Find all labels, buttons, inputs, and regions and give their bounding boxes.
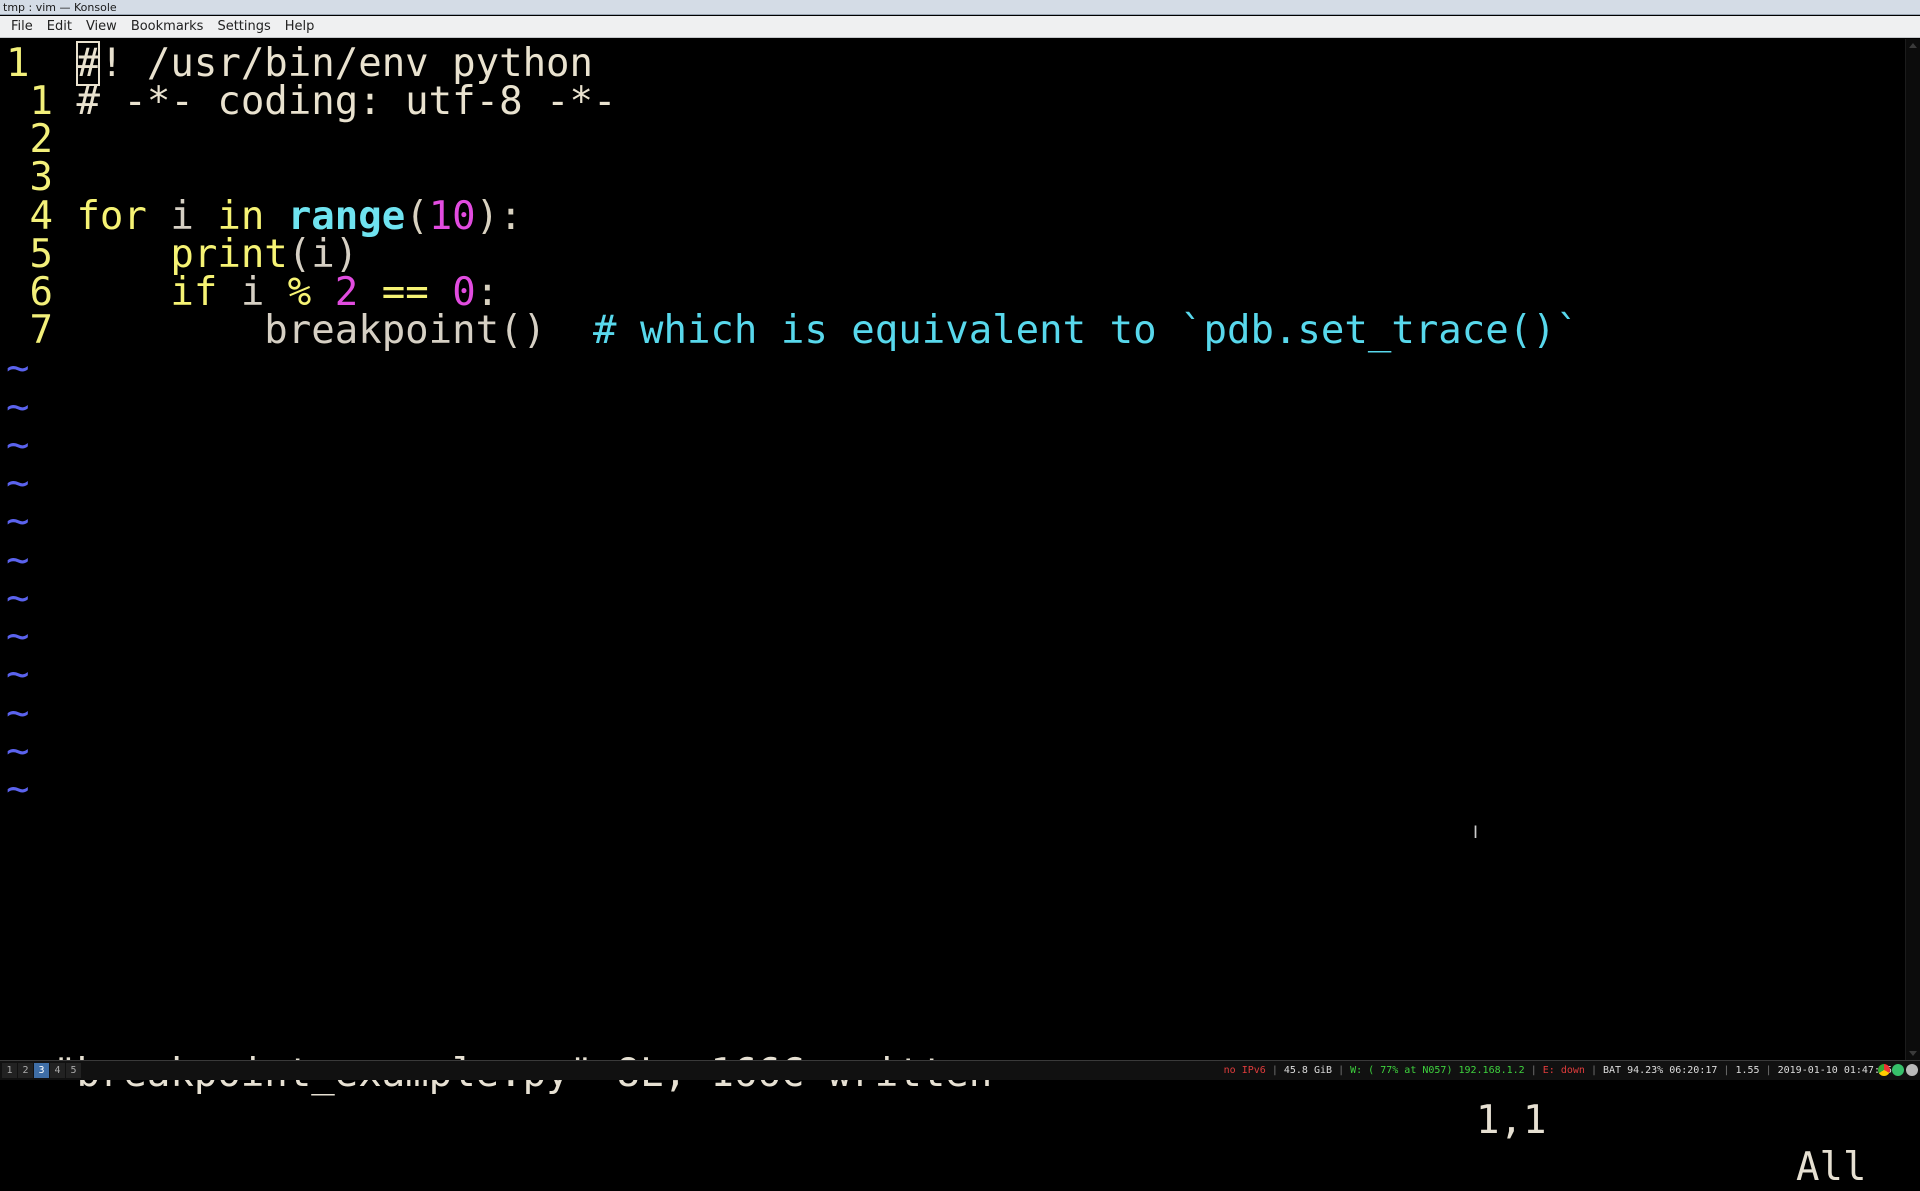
workspace-1[interactable]: 1 — [2, 1063, 17, 1078]
battery-status: BAT 94.23% 06:20:17 — [1603, 1065, 1718, 1076]
menu-help[interactable]: Help — [278, 16, 322, 37]
bottom-panel: 1 2 3 4 5 no IPv6 | 45.8 GiB | W: ( 77% … — [0, 1060, 1920, 1080]
menu-settings[interactable]: Settings — [210, 16, 277, 37]
chrome-icon[interactable] — [1878, 1064, 1890, 1076]
window-title: tmp : vim — Konsole — [3, 1, 117, 14]
workspace-2[interactable]: 2 — [18, 1063, 33, 1078]
code-line: 7 breakpoint() # which is equivalent to … — [6, 307, 1579, 354]
load-average: 1.55 — [1735, 1065, 1760, 1076]
terminal-view[interactable]: 1 #! /usr/bin/env python 1 # -*- coding:… — [0, 39, 1905, 1060]
terminal-scrollbar[interactable] — [1905, 39, 1920, 1060]
breakpoint-call: breakpoint() — [264, 308, 547, 353]
menu-bookmarks[interactable]: Bookmarks — [124, 16, 211, 37]
trailing-comment: # which is equivalent to `pdb.set_trace(… — [593, 308, 1580, 353]
power-icon[interactable] — [1906, 1064, 1918, 1076]
number-literal: 10 — [428, 194, 476, 239]
paren: ( — [405, 194, 429, 239]
menu-edit[interactable]: Edit — [40, 16, 79, 37]
vim-status-line: "breakpoint_example.py" 8L, 166C written… — [6, 1003, 1866, 1190]
system-tray — [1878, 1064, 1918, 1076]
status-bar: no IPv6 | 45.8 GiB | W: ( 77% at N057) 1… — [1224, 1061, 1892, 1080]
workspace-3[interactable]: 3 — [34, 1063, 49, 1078]
ibeam-cursor-icon: I — [1473, 823, 1479, 843]
menu-view[interactable]: View — [79, 16, 124, 37]
window-title-bar: tmp : vim — Konsole — [0, 0, 1920, 15]
scroll-up-icon[interactable] — [1909, 43, 1917, 48]
empty-line-tilde: ~ — [6, 767, 30, 812]
disk-free: 45.8 GiB — [1283, 1065, 1333, 1076]
menu-file[interactable]: File — [4, 16, 40, 37]
ipv6-status: no IPv6 — [1223, 1065, 1266, 1076]
clock: 2019-01-10 01:47:45 — [1777, 1065, 1892, 1076]
coding-comment: # -*- coding: utf-8 -*- — [76, 79, 617, 124]
code-line: 1 # -*- coding: utf-8 -*- — [6, 78, 617, 125]
workspace-4[interactable]: 4 — [50, 1063, 65, 1078]
workspace-switcher: 1 2 3 4 5 — [2, 1063, 81, 1078]
line-number: 7 — [29, 308, 53, 353]
scroll-down-icon[interactable] — [1909, 1051, 1917, 1056]
paren: ): — [475, 194, 523, 239]
menu-bar: File Edit View Bookmarks Settings Help — [0, 16, 1920, 38]
workspace-5[interactable]: 5 — [66, 1063, 81, 1078]
scroll-indicator: All — [1796, 1145, 1867, 1190]
network-icon[interactable] — [1892, 1064, 1904, 1076]
wifi-status: W: ( 77% at N057) 192.168.1.2 — [1350, 1065, 1525, 1076]
ethernet-status: E: down — [1542, 1065, 1585, 1076]
cursor-position: 1,1 — [1476, 1098, 1547, 1143]
